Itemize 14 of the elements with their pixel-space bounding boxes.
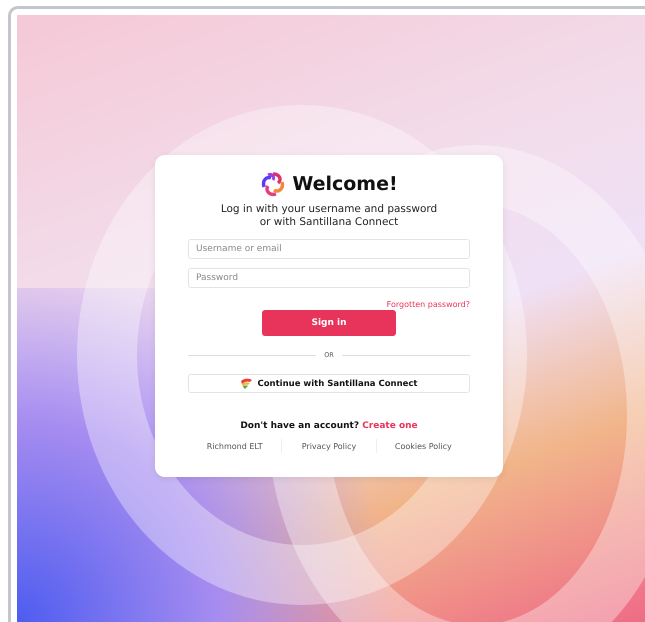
- footer-link[interactable]: Privacy Policy: [282, 442, 376, 450]
- login-instructions: Log in with your username and password or with Santillana Connect: [220, 203, 438, 229]
- feather-logo-icon: [240, 378, 252, 389]
- santillana-connect-button[interactable]: Continue with Santillana Connect: [188, 374, 470, 393]
- welcome-title: Welcome!: [292, 173, 398, 195]
- sign-in-button[interactable]: Sign in: [262, 310, 396, 336]
- input-field[interactable]: Username or email: [188, 239, 470, 259]
- forgotten-password-link[interactable]: Forgotten password?: [386, 300, 470, 309]
- swirl-logo-icon: [260, 171, 286, 197]
- signup-prompt: Don't have an account? Create one: [239, 421, 419, 431]
- create-account-link[interactable]: Create one: [362, 421, 418, 431]
- footer-link[interactable]: Richmond ELT: [188, 442, 282, 450]
- footer-link[interactable]: Cookies Policy: [376, 442, 470, 450]
- input-field[interactable]: Password: [188, 268, 470, 288]
